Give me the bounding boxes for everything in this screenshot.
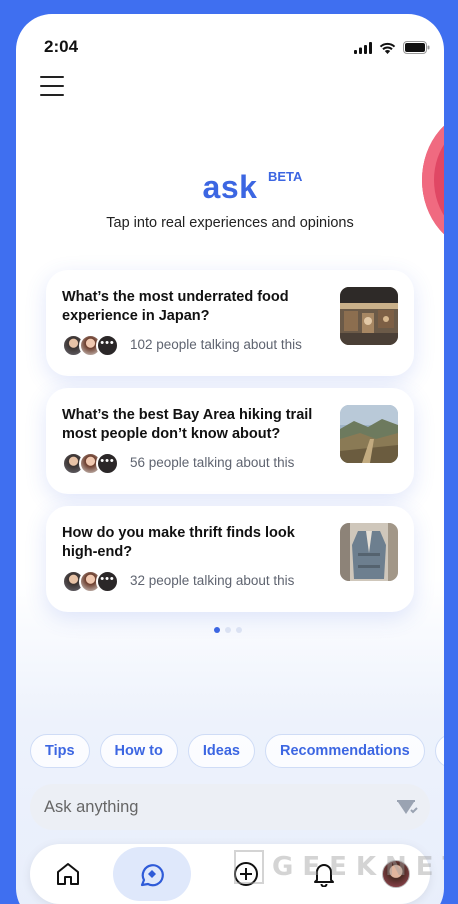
menu-button[interactable]	[40, 76, 64, 100]
more-avatars-icon: •••	[96, 570, 119, 593]
carousel-dot[interactable]	[214, 627, 220, 633]
carousel-dot[interactable]	[225, 627, 231, 633]
menu-icon	[40, 76, 64, 78]
chip-ideas[interactable]: Ideas	[187, 734, 255, 768]
brand-logo: ask BETA	[16, 169, 444, 206]
watermark: GEEKNETIC	[272, 852, 444, 882]
status-icons	[354, 41, 430, 54]
nav-home[interactable]	[48, 854, 88, 894]
card-thumbnail-thrift-jacket	[340, 523, 398, 581]
ask-bar	[30, 784, 430, 830]
ask-chat-icon	[140, 864, 164, 887]
status-time: 2:04	[44, 37, 79, 56]
card-count: 56 people talking about this	[130, 455, 295, 470]
brand-word: ask	[202, 169, 258, 205]
question-card[interactable]: What’s the most underrated food experien…	[46, 270, 414, 376]
card-count: 102 people talking about this	[130, 337, 302, 352]
card-thumbnail-hiking-trail	[340, 405, 398, 463]
participant-avatars: •••	[62, 570, 119, 593]
phone-screen: 2:04 ask BETA Tap into real experiences …	[16, 14, 444, 904]
battery-icon	[403, 41, 430, 54]
wifi-icon	[379, 42, 396, 54]
carousel-dot[interactable]	[236, 627, 242, 633]
more-avatars-icon: •••	[96, 334, 119, 357]
card-question: What’s the most underrated food experien…	[62, 289, 289, 324]
chip-recommendations[interactable]: Recommendations	[264, 734, 425, 768]
compose-send-icon[interactable]	[394, 796, 418, 820]
more-avatars-icon: •••	[96, 452, 119, 475]
home-icon	[57, 863, 79, 885]
card-count: 32 people talking about this	[130, 573, 295, 588]
card-thumbnail-food-market	[340, 287, 398, 345]
chip-how-to[interactable]: How to	[99, 734, 178, 768]
chip-more[interactable]	[434, 734, 444, 768]
nav-ask[interactable]	[113, 847, 191, 901]
participant-avatars: •••	[62, 334, 119, 357]
card-question: What’s the best Bay Area hiking trail mo…	[62, 407, 313, 442]
beta-badge: BETA	[268, 169, 303, 184]
watermark-logo	[234, 850, 264, 884]
participant-avatars: •••	[62, 452, 119, 475]
question-card[interactable]: What’s the best Bay Area hiking trail mo…	[46, 388, 414, 494]
ask-input[interactable]	[44, 784, 364, 830]
status-bar: 2:04	[16, 14, 444, 64]
signal-icon	[354, 41, 372, 54]
tagline: Tap into real experiences and opinions	[106, 215, 354, 231]
suggestion-chips: Tips How to Ideas Recommendations	[30, 734, 444, 768]
card-question: How do you make thrift finds look high-e…	[62, 525, 295, 560]
question-card[interactable]: How do you make thrift finds look high-e…	[46, 506, 414, 612]
carousel-indicator	[214, 627, 242, 633]
chip-tips[interactable]: Tips	[30, 734, 90, 768]
